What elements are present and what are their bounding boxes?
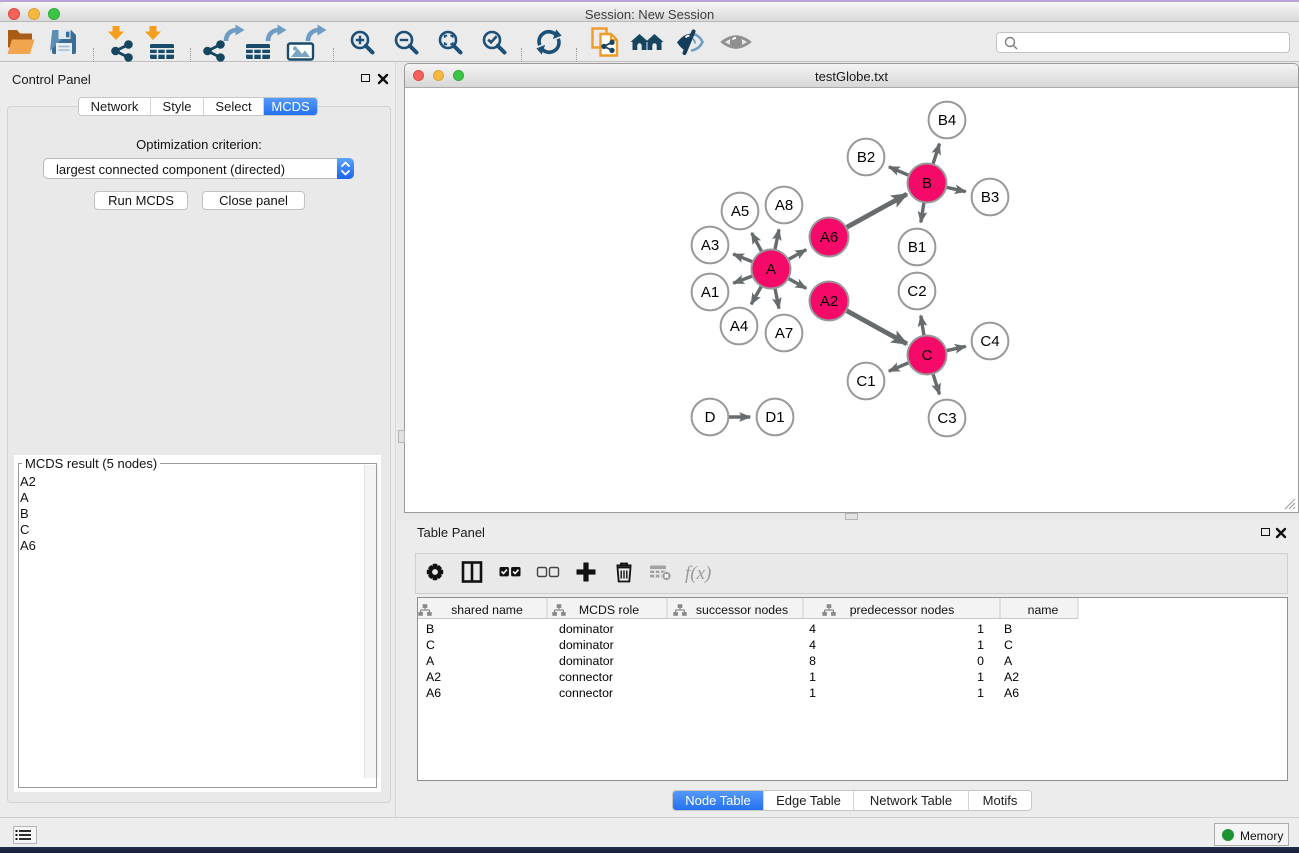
svg-text:A2: A2 (1004, 670, 1019, 684)
svg-text:A1: A1 (701, 284, 719, 301)
svg-text:shared name: shared name (451, 603, 523, 617)
svg-text:A: A (766, 261, 776, 278)
svg-text:1: 1 (977, 638, 984, 652)
svg-text:B2: B2 (857, 149, 875, 166)
svg-text:C4: C4 (980, 333, 999, 350)
svg-text:D1: D1 (765, 409, 784, 426)
svg-text:A: A (1004, 654, 1013, 668)
svg-text:D: D (705, 409, 716, 426)
svg-text:1: 1 (977, 686, 984, 700)
svg-text:dominator: dominator (559, 638, 614, 652)
svg-text:C1: C1 (856, 373, 875, 390)
svg-text:C3: C3 (937, 410, 956, 427)
svg-text:A6: A6 (426, 686, 441, 700)
svg-text:C: C (922, 347, 933, 364)
svg-text:A5: A5 (731, 203, 749, 220)
svg-text:predecessor nodes: predecessor nodes (850, 603, 955, 617)
svg-text:B: B (1004, 622, 1012, 636)
svg-text:C: C (1004, 638, 1013, 652)
svg-text:4: 4 (809, 622, 816, 636)
svg-text:f(x): f(x) (685, 563, 711, 584)
svg-text:A6: A6 (820, 229, 838, 246)
svg-text:1: 1 (809, 670, 816, 684)
svg-text:A8: A8 (775, 197, 793, 214)
svg-text:1: 1 (809, 686, 816, 700)
svg-text:dominator: dominator (559, 654, 614, 668)
svg-text:MCDS role: MCDS role (579, 603, 639, 617)
svg-text:B: B (922, 175, 932, 192)
svg-text:B1: B1 (908, 239, 926, 256)
svg-text:A2: A2 (426, 670, 441, 684)
svg-text:1: 1 (977, 622, 984, 636)
svg-text:successor nodes: successor nodes (696, 603, 788, 617)
svg-text:A2: A2 (820, 293, 838, 310)
svg-text:B4: B4 (938, 112, 956, 129)
svg-text:dominator: dominator (559, 622, 614, 636)
svg-text:A7: A7 (775, 325, 793, 342)
svg-text:A4: A4 (730, 318, 748, 335)
svg-text:connector: connector (559, 686, 613, 700)
svg-text:0: 0 (977, 654, 984, 668)
svg-text:1: 1 (977, 670, 984, 684)
svg-text:A6: A6 (1004, 686, 1019, 700)
svg-text:C: C (426, 638, 435, 652)
svg-text:A: A (426, 654, 435, 668)
svg-text:8: 8 (809, 654, 816, 668)
svg-text:connector: connector (559, 670, 613, 684)
svg-text:A3: A3 (701, 237, 719, 254)
svg-text:B: B (426, 622, 434, 636)
svg-text:B3: B3 (981, 189, 999, 206)
svg-text:C2: C2 (907, 283, 926, 300)
svg-text:4: 4 (809, 638, 816, 652)
svg-text:name: name (1028, 603, 1059, 617)
